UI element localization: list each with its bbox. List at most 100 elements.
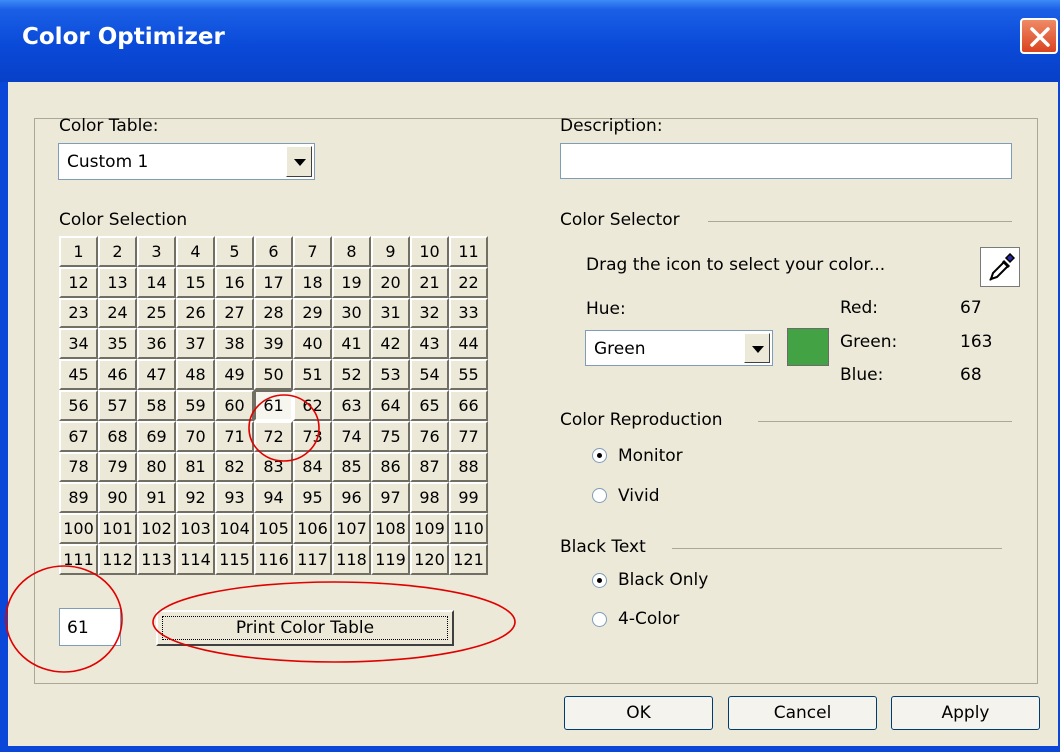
color-cell[interactable]: 26 xyxy=(176,297,215,329)
radio-vivid-label[interactable]: Vivid xyxy=(618,486,660,506)
color-cell[interactable]: 96 xyxy=(332,482,371,514)
color-cell[interactable]: 117 xyxy=(293,543,332,575)
color-cell[interactable]: 71 xyxy=(215,420,254,452)
color-cell[interactable]: 1 xyxy=(59,236,98,267)
eyedropper-button[interactable] xyxy=(980,247,1020,287)
color-cell[interactable]: 60 xyxy=(215,389,254,421)
color-cell[interactable]: 119 xyxy=(371,543,410,575)
color-cell[interactable]: 57 xyxy=(98,389,137,421)
color-cell[interactable]: 48 xyxy=(176,359,215,390)
color-cell[interactable]: 59 xyxy=(176,389,215,421)
color-cell[interactable]: 52 xyxy=(332,359,371,390)
color-cell[interactable]: 41 xyxy=(332,328,371,360)
color-cell[interactable]: 91 xyxy=(137,482,176,514)
color-cell[interactable]: 80 xyxy=(137,451,176,483)
color-cell[interactable]: 39 xyxy=(254,328,293,360)
color-cell[interactable]: 99 xyxy=(449,482,488,514)
color-cell[interactable]: 103 xyxy=(176,513,215,544)
color-cell[interactable]: 16 xyxy=(215,266,254,298)
color-cell[interactable]: 65 xyxy=(410,389,449,421)
color-cell[interactable]: 85 xyxy=(332,451,371,483)
color-cell[interactable]: 115 xyxy=(215,543,254,575)
color-cell[interactable]: 42 xyxy=(371,328,410,360)
color-cell[interactable]: 4 xyxy=(176,236,215,267)
color-cell[interactable]: 104 xyxy=(215,513,254,544)
color-cell[interactable]: 61 xyxy=(254,389,293,421)
color-cell[interactable]: 19 xyxy=(332,266,371,298)
radio-monitor-label[interactable]: Monitor xyxy=(618,446,683,466)
color-cell[interactable]: 90 xyxy=(98,482,137,514)
color-cell[interactable]: 56 xyxy=(59,389,98,421)
color-cell[interactable]: 70 xyxy=(176,420,215,452)
color-cell[interactable]: 68 xyxy=(98,420,137,452)
color-cell[interactable]: 92 xyxy=(176,482,215,514)
color-cell[interactable]: 109 xyxy=(410,513,449,544)
color-cell[interactable]: 105 xyxy=(254,513,293,544)
color-cell[interactable]: 14 xyxy=(137,266,176,298)
color-cell[interactable]: 58 xyxy=(137,389,176,421)
chevron-down-icon[interactable] xyxy=(744,333,770,363)
color-cell[interactable]: 77 xyxy=(449,420,488,452)
cancel-button[interactable]: Cancel xyxy=(728,696,877,730)
radio-monitor-button[interactable] xyxy=(592,448,607,463)
color-cell[interactable]: 49 xyxy=(215,359,254,390)
color-cell[interactable]: 111 xyxy=(59,543,98,575)
color-cell[interactable]: 15 xyxy=(176,266,215,298)
color-cell[interactable]: 44 xyxy=(449,328,488,360)
color-cell[interactable]: 81 xyxy=(176,451,215,483)
ok-button[interactable]: OK xyxy=(564,696,713,730)
color-cell[interactable]: 106 xyxy=(293,513,332,544)
chevron-down-icon[interactable] xyxy=(286,146,312,177)
color-cell[interactable]: 18 xyxy=(293,266,332,298)
color-cell[interactable]: 36 xyxy=(137,328,176,360)
radio-4-color-button[interactable] xyxy=(592,612,607,627)
color-cell[interactable]: 35 xyxy=(98,328,137,360)
color-cell[interactable]: 21 xyxy=(410,266,449,298)
color-cell[interactable]: 121 xyxy=(449,543,488,575)
hue-dropdown[interactable]: Green xyxy=(585,330,773,366)
color-cell[interactable]: 89 xyxy=(59,482,98,514)
color-cell[interactable]: 69 xyxy=(137,420,176,452)
color-cell[interactable]: 67 xyxy=(59,420,98,452)
color-cell[interactable]: 17 xyxy=(254,266,293,298)
color-cell[interactable]: 88 xyxy=(449,451,488,483)
color-cell[interactable]: 32 xyxy=(410,297,449,329)
color-cell[interactable]: 110 xyxy=(449,513,488,544)
color-cell[interactable]: 107 xyxy=(332,513,371,544)
color-cell[interactable]: 101 xyxy=(98,513,137,544)
radio-black-only-button[interactable] xyxy=(592,573,607,588)
color-cell[interactable]: 30 xyxy=(332,297,371,329)
color-cell[interactable]: 73 xyxy=(293,420,332,452)
color-cell[interactable]: 94 xyxy=(254,482,293,514)
color-cell[interactable]: 46 xyxy=(98,359,137,390)
color-cell[interactable]: 2 xyxy=(98,236,137,267)
color-cell[interactable]: 31 xyxy=(371,297,410,329)
color-cell[interactable]: 11 xyxy=(449,236,488,267)
color-cell[interactable]: 37 xyxy=(176,328,215,360)
color-cell[interactable]: 25 xyxy=(137,297,176,329)
color-cell[interactable]: 38 xyxy=(215,328,254,360)
color-cell[interactable]: 108 xyxy=(371,513,410,544)
color-cell[interactable]: 47 xyxy=(137,359,176,390)
title-bar[interactable]: Color Optimizer xyxy=(0,0,1060,82)
close-button[interactable] xyxy=(1020,18,1058,54)
color-cell[interactable]: 62 xyxy=(293,389,332,421)
color-cell[interactable]: 86 xyxy=(371,451,410,483)
color-cell[interactable]: 116 xyxy=(254,543,293,575)
color-cell[interactable]: 78 xyxy=(59,451,98,483)
color-cell[interactable]: 79 xyxy=(98,451,137,483)
color-cell[interactable]: 23 xyxy=(59,297,98,329)
color-cell[interactable]: 28 xyxy=(254,297,293,329)
color-cell[interactable]: 45 xyxy=(59,359,98,390)
color-cell[interactable]: 6 xyxy=(254,236,293,267)
color-cell[interactable]: 55 xyxy=(449,359,488,390)
selected-color-field[interactable]: 61 xyxy=(59,608,121,646)
print-color-table-button[interactable]: Print Color Table xyxy=(156,610,454,646)
color-cell[interactable]: 27 xyxy=(215,297,254,329)
color-cell[interactable]: 72 xyxy=(254,420,293,452)
color-cell[interactable]: 12 xyxy=(59,266,98,298)
color-cell[interactable]: 98 xyxy=(410,482,449,514)
color-cell[interactable]: 95 xyxy=(293,482,332,514)
color-cell[interactable]: 10 xyxy=(410,236,449,267)
color-cell[interactable]: 82 xyxy=(215,451,254,483)
